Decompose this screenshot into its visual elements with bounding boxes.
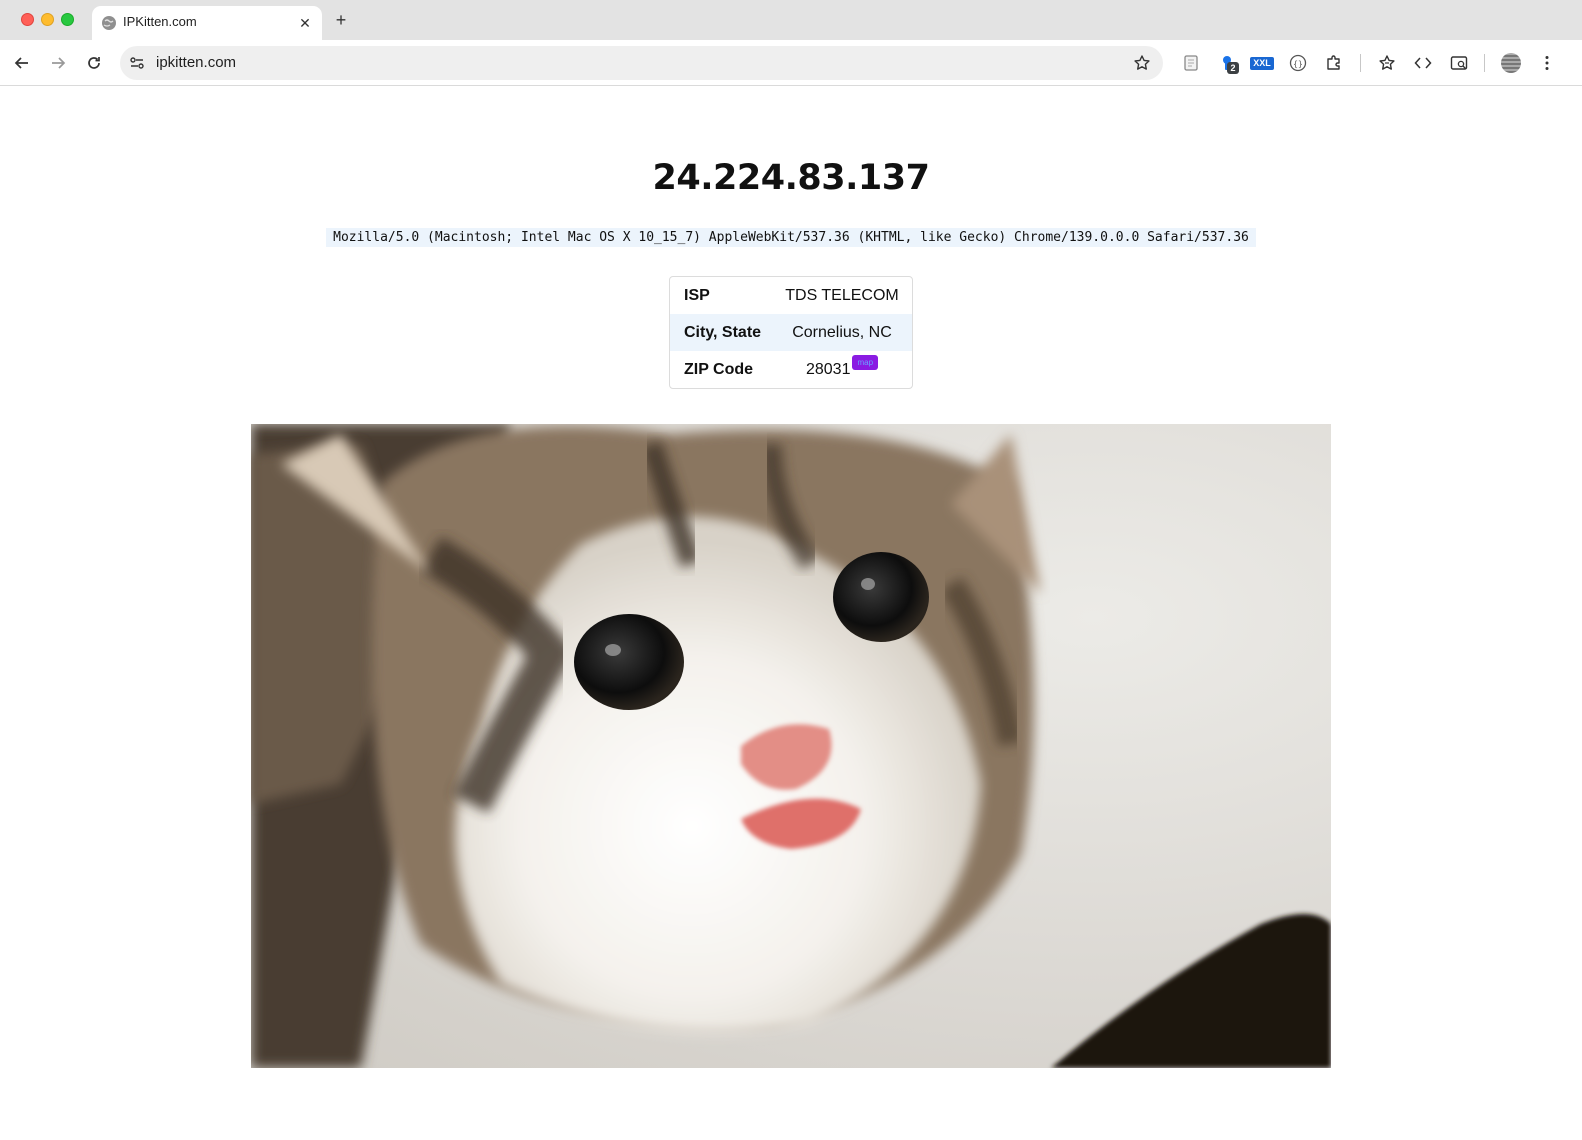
table-row-zip: ZIP Code 28031 map <box>670 351 912 388</box>
row-label: ISP <box>684 286 710 304</box>
password-extension-icon[interactable]: 2 <box>1216 52 1242 74</box>
arrow-left-icon <box>14 57 28 69</box>
arrow-right-icon <box>52 57 66 69</box>
xxl-extension-icon[interactable]: XXL <box>1250 52 1276 74</box>
devtools-code-icon[interactable] <box>1412 52 1434 74</box>
xxl-label: XXL <box>1250 57 1274 70</box>
svg-text:{}: {} <box>1293 60 1303 69</box>
row-label: City, State <box>684 323 762 341</box>
ip-address-heading: 24.224.83.137 <box>652 158 930 198</box>
back-button[interactable] <box>11 52 33 74</box>
row-value: TDS TELECOM <box>785 286 899 304</box>
search-tab-icon[interactable] <box>1448 52 1470 74</box>
kitten-photo <box>251 424 1331 1068</box>
table-row-city-state: City, State Cornelius, NC <box>670 314 912 351</box>
address-bar[interactable]: ipkitten.com <box>120 46 1163 80</box>
reload-icon <box>88 57 100 69</box>
menu-kebab-icon[interactable] <box>1536 52 1558 74</box>
ip-info-table: ISP TDS TELECOM City, State Cornelius, N… <box>669 276 913 389</box>
window-minimize-button[interactable] <box>41 13 54 26</box>
bookmark-star-icon[interactable] <box>1133 54 1151 72</box>
window-close-button[interactable] <box>21 13 34 26</box>
profile-avatar[interactable] <box>1500 52 1522 74</box>
user-agent-string: Mozilla/5.0 (Macintosh; Intel Mac OS X 1… <box>326 228 1256 247</box>
code-braces-extension-icon[interactable]: {} <box>1287 52 1309 74</box>
user-agent-wrapper: Mozilla/5.0 (Macintosh; Intel Mac OS X 1… <box>0 228 1582 247</box>
browser-toolbar: ipkitten.com 2 XXL {} <box>0 40 1582 86</box>
map-link[interactable]: map <box>852 354 879 370</box>
avatar <box>1501 53 1521 73</box>
reading-mode-icon[interactable] <box>1180 52 1202 74</box>
tab-strip: IPKitten.com ✕ + <box>0 0 1582 40</box>
puzzle-extensions-icon[interactable] <box>1323 52 1345 74</box>
bookmarks-icon[interactable] <box>1376 52 1398 74</box>
window-maximize-button[interactable] <box>61 13 74 26</box>
row-label: ZIP Code <box>684 360 754 378</box>
kitten-illustration <box>251 424 1331 1068</box>
site-settings-icon[interactable] <box>128 54 146 72</box>
toolbar-divider <box>1484 54 1485 72</box>
row-value: Cornelius, NC <box>792 323 892 341</box>
tab-close-icon[interactable]: ✕ <box>296 14 314 32</box>
url-text: ipkitten.com <box>156 54 237 71</box>
tab-title: IPKitten.com <box>123 14 197 29</box>
reload-button[interactable] <box>83 52 105 74</box>
browser-tab[interactable]: IPKitten.com ✕ <box>92 6 322 40</box>
extension-badge-count: 2 <box>1227 62 1239 74</box>
row-value: 28031 map <box>778 354 912 379</box>
toolbar-divider <box>1360 54 1361 72</box>
new-tab-button[interactable]: + <box>331 10 351 30</box>
table-row-isp: ISP TDS TELECOM <box>670 277 912 314</box>
zip-code-value: 28031 <box>805 360 851 378</box>
globe-icon <box>102 16 116 30</box>
forward-button[interactable] <box>47 52 69 74</box>
page-content: 24.224.83.137 Mozilla/5.0 (Macintosh; In… <box>0 86 1582 1140</box>
